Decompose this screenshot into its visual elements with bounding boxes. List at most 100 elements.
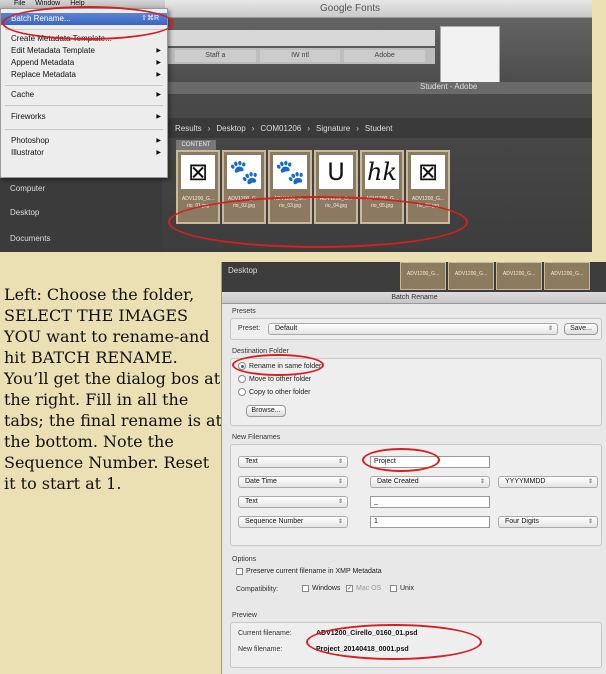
updown-icon: ⇕ xyxy=(587,519,593,525)
submenu-arrow-icon: ▶ xyxy=(156,92,161,98)
preset-label: Preset: xyxy=(238,325,261,332)
menu-item[interactable]: Replace Metadata ▶ xyxy=(1,69,167,81)
submenu-arrow-icon: ▶ xyxy=(156,114,161,120)
filename-text-field[interactable]: _ xyxy=(370,496,490,508)
desktop-label: Desktop xyxy=(228,266,258,275)
menu-item-label: Cache xyxy=(11,90,35,99)
date-type-select[interactable]: Date Created ⇕ xyxy=(370,476,490,488)
compat-macos-checkbox[interactable]: ✓ Mac OS xyxy=(346,585,381,592)
compatibility-label: Compatibility: xyxy=(236,586,279,593)
submenu-arrow-icon: ▶ xyxy=(156,60,161,66)
updown-icon: ⇕ xyxy=(479,479,485,485)
thumbnail[interactable]: ADV1200_G... xyxy=(400,262,446,290)
menu-item[interactable]: Illustrator ▶ xyxy=(1,147,167,159)
save-preset-button[interactable]: Save... xyxy=(564,323,598,335)
submenu-arrow-icon: ▶ xyxy=(156,138,161,144)
presets-header: Presets xyxy=(232,308,256,315)
compat-unix-checkbox[interactable]: Unix xyxy=(390,585,414,592)
highlight-oval xyxy=(2,6,174,40)
sidebar-item[interactable]: Desktop xyxy=(10,208,39,217)
highlight-oval xyxy=(306,624,482,660)
updown-icon: ⇕ xyxy=(337,519,343,525)
filename-type-select[interactable]: Sequence Number ⇕ xyxy=(238,516,348,528)
menu-item-label: Edit Metadata Template xyxy=(11,46,95,55)
date-format-select[interactable]: YYYYMMDD ⇕ xyxy=(498,476,598,488)
browser-tabs: Staff a IW ntl Adobe xyxy=(165,48,435,64)
path-item[interactable]: COM01206 xyxy=(260,124,301,133)
menu-item[interactable]: Fireworks ▶ xyxy=(1,111,167,123)
checkbox-label: Preserve current filename in XMP Metadat… xyxy=(246,568,382,575)
thumbnail-image: U xyxy=(319,155,353,189)
browser-address-bar[interactable] xyxy=(165,30,435,46)
menu-item-label: Photoshop xyxy=(11,136,50,145)
menu-separator xyxy=(5,85,163,86)
thumbnail[interactable]: ADV1200_G... xyxy=(448,262,494,290)
highlight-oval xyxy=(232,354,324,376)
checkbox-icon xyxy=(390,585,397,592)
path-item[interactable]: Signature xyxy=(316,124,350,133)
new-filename-label: New filename: xyxy=(238,646,283,653)
path-item[interactable]: Student xyxy=(365,124,393,133)
submenu-arrow-icon: ▶ xyxy=(156,150,161,156)
preserve-filename-checkbox[interactable]: Preserve current filename in XMP Metadat… xyxy=(236,568,382,575)
updown-icon: ⇕ xyxy=(587,479,593,485)
path-item[interactable]: Desktop xyxy=(216,124,245,133)
menu-separator xyxy=(5,129,163,130)
favorites-sidebar: Computer Desktop Documents xyxy=(0,178,162,252)
menu-item[interactable]: Cache ▶ xyxy=(1,89,167,101)
workspace-bar xyxy=(165,82,592,94)
options-header: Options xyxy=(232,556,257,563)
sidebar-item[interactable]: Documents xyxy=(10,234,50,243)
updown-icon: ⇕ xyxy=(337,499,343,505)
compat-windows-checkbox[interactable]: Windows xyxy=(302,585,340,592)
sequence-start-field[interactable]: 1 xyxy=(370,516,490,528)
thumbnail-image: ⊠ xyxy=(411,155,445,189)
instruction-caption: Left: Choose the folder, SELECT THE IMAG… xyxy=(4,285,222,493)
content-panel-label: CONTENT xyxy=(176,140,216,150)
select-value: Four Digits xyxy=(505,518,539,525)
checkbox-label: Mac OS xyxy=(356,585,382,592)
browser-tab[interactable]: IW ntl xyxy=(259,50,341,62)
current-filename-label: Current filename: xyxy=(238,630,292,637)
browser-tab[interactable]: Adobe xyxy=(344,50,426,62)
browser-tab[interactable]: Staff a xyxy=(175,50,256,62)
thumbnail-image: hk xyxy=(365,155,399,189)
thumbnail[interactable]: ADV1200_G... xyxy=(544,262,590,290)
thumbnail-image: 🐾 xyxy=(227,155,261,189)
updown-icon: ⇕ xyxy=(337,479,343,485)
thumbnail-image: 🐾 xyxy=(273,155,307,189)
menu-item-label: Replace Metadata xyxy=(11,70,76,79)
sidebar-item[interactable]: Computer xyxy=(10,184,45,193)
bridge-screenshot: Google Fonts Staff a IW ntl Adobe Studen… xyxy=(0,0,592,252)
menu-item[interactable]: Photoshop ▶ xyxy=(1,135,167,147)
radio-icon xyxy=(238,375,246,383)
thumbnail-image: ⊠ xyxy=(181,155,215,189)
menu-bar-item[interactable]: File xyxy=(14,0,25,8)
menu-item[interactable]: Edit Metadata Template ▶ xyxy=(1,45,167,57)
submenu-arrow-icon: ▶ xyxy=(156,72,161,78)
menu-item[interactable]: Append Metadata ▶ xyxy=(1,57,167,69)
radio-label: Copy to other folder xyxy=(249,388,311,396)
radio-copy-folder[interactable]: Copy to other folder xyxy=(238,388,310,396)
select-value: Text xyxy=(245,458,258,465)
preset-value: Default xyxy=(275,325,298,332)
highlight-oval xyxy=(168,196,468,248)
path-item[interactable]: Results xyxy=(175,124,202,133)
browse-button[interactable]: Browse... xyxy=(246,405,286,417)
radio-icon xyxy=(238,388,246,396)
new-filenames-header: New Filenames xyxy=(232,434,281,441)
workspace-label: Student - Adobe xyxy=(420,82,478,91)
path-bar: Results › Desktop › COM01206 › Signature › S… xyxy=(165,118,592,138)
sequence-digits-select[interactable]: Four Digits ⇕ xyxy=(498,516,598,528)
preview-header: Preview xyxy=(232,612,257,619)
radio-move-folder[interactable]: Move to other folder xyxy=(238,375,311,383)
radio-label: Move to other folder xyxy=(249,375,312,383)
dialog-title: Batch Rename xyxy=(222,292,606,304)
filename-type-select[interactable]: Text ⇕ xyxy=(238,456,348,468)
filename-type-select[interactable]: Date Time ⇕ xyxy=(238,476,348,488)
checkbox-label: Windows xyxy=(312,585,341,592)
thumbnail[interactable]: ADV1200_G... xyxy=(496,262,542,290)
preset-select[interactable]: Default ⇕ xyxy=(268,323,558,335)
select-value: Text xyxy=(245,498,258,505)
filename-type-select[interactable]: Text ⇕ xyxy=(238,496,348,508)
